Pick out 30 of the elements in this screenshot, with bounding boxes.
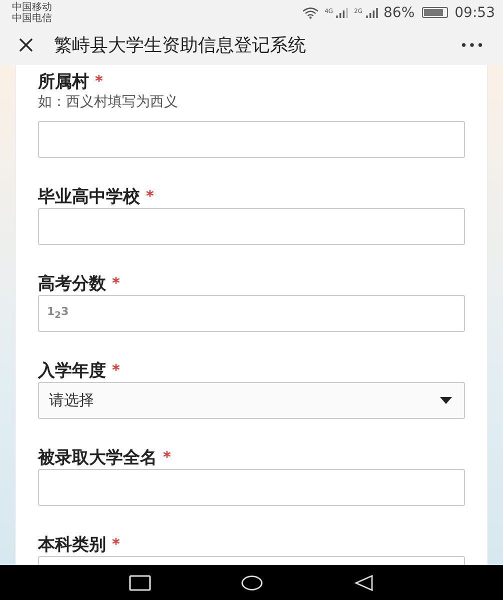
back-icon[interactable] — [352, 574, 374, 590]
page-title: 繁峙县大学生资助信息登记系统 — [54, 34, 307, 57]
field-label: 被录取大学全名 — [38, 446, 157, 468]
recent-apps-icon[interactable] — [128, 574, 150, 590]
required-mark: * — [112, 361, 120, 379]
carrier-name: 中国移动 — [12, 2, 52, 12]
select-dropdown[interactable]: 请选择 — [38, 382, 465, 419]
required-mark: * — [112, 535, 120, 553]
wifi-icon — [302, 6, 319, 18]
carrier-name: 中国电信 — [12, 12, 52, 24]
field-label: 毕业高中学校 — [38, 186, 140, 208]
required-mark: * — [112, 274, 120, 292]
field-label: 所属村 — [38, 70, 89, 92]
required-mark: * — [146, 187, 154, 205]
battery-icon — [422, 7, 448, 18]
required-mark: * — [95, 72, 103, 90]
battery-percent: 86% — [384, 4, 415, 20]
close-icon[interactable] — [18, 37, 34, 53]
signal-icon — [336, 8, 348, 18]
clock: 09:53 — [454, 4, 495, 20]
caret-icon — [440, 397, 452, 404]
more-icon[interactable] — [461, 42, 483, 48]
field-label: 本科类别 — [38, 534, 106, 556]
field-label: 入学年度 — [38, 360, 106, 382]
signal-icon — [366, 8, 378, 18]
field-label: 高考分数 — [38, 272, 106, 294]
number-field[interactable]: 1$_{2}$3 — [38, 295, 465, 332]
field-hint: 如：西义村填写为西义 — [38, 93, 179, 111]
home-icon[interactable] — [240, 574, 262, 590]
required-mark: * — [163, 448, 171, 466]
